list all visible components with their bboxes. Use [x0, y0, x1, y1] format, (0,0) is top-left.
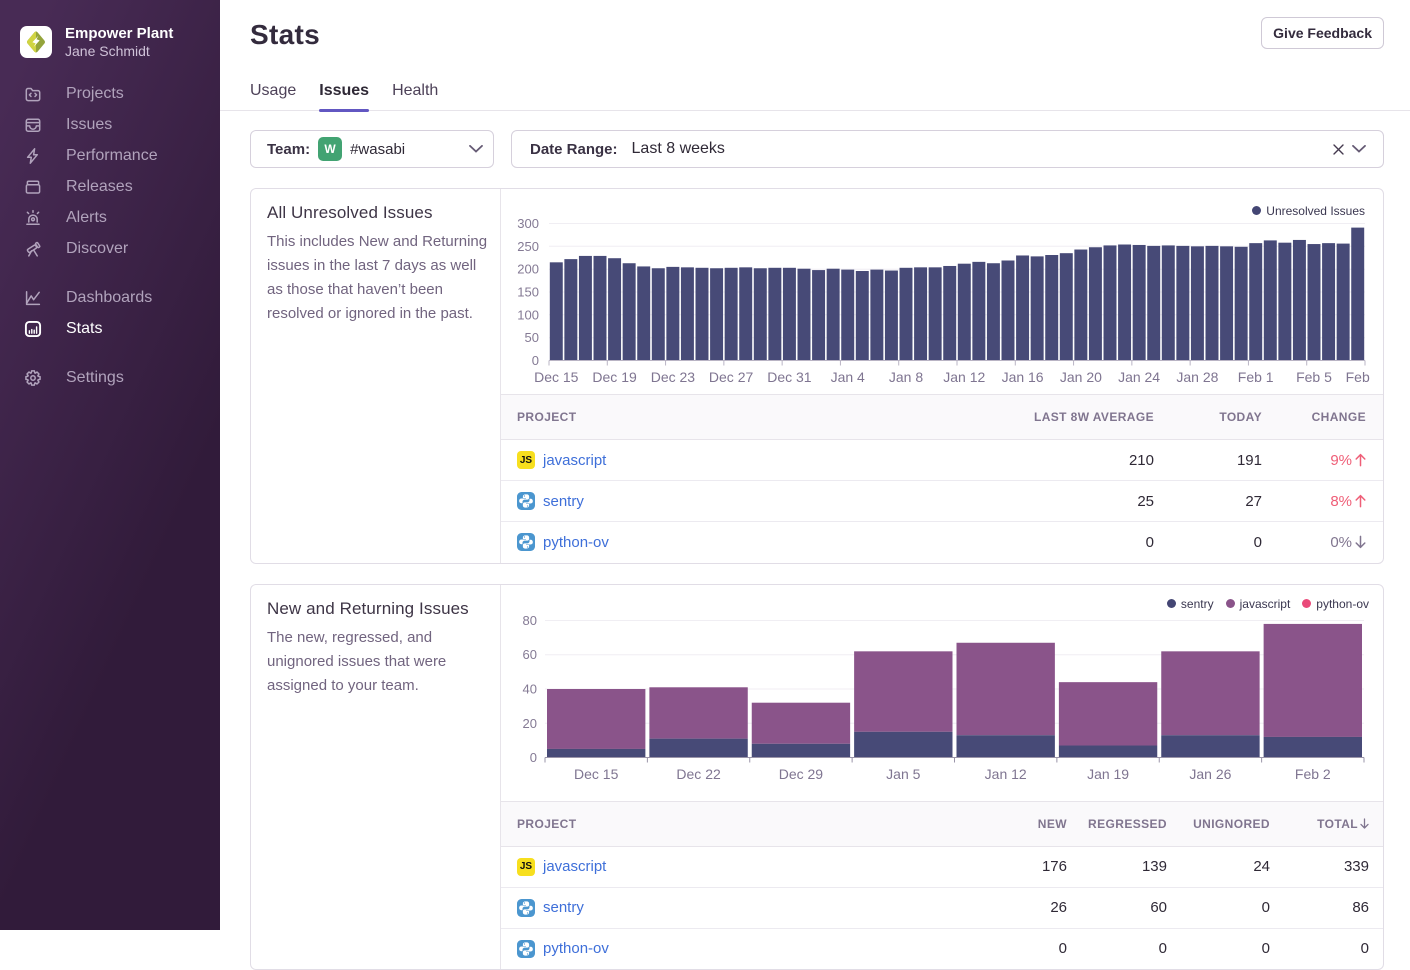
svg-text:Jan 12: Jan 12: [985, 766, 1027, 782]
svg-text:Dec 29: Dec 29: [779, 766, 824, 782]
svg-text:40: 40: [523, 681, 537, 696]
svg-text:Jan 20: Jan 20: [1060, 369, 1102, 385]
svg-text:Jan 4: Jan 4: [831, 369, 865, 385]
svg-text:Jan 28: Jan 28: [1176, 369, 1218, 385]
svg-text:Jan 24: Jan 24: [1118, 369, 1160, 385]
svg-text:Feb 2: Feb 2: [1295, 766, 1331, 782]
svg-text:200: 200: [517, 262, 539, 277]
svg-text:Dec 31: Dec 31: [767, 369, 812, 385]
svg-text:Dec 15: Dec 15: [534, 369, 579, 385]
svg-text:150: 150: [517, 285, 539, 300]
svg-text:Jan 5: Jan 5: [886, 766, 920, 782]
svg-text:Feb 5: Feb 5: [1296, 369, 1332, 385]
svg-text:Dec 27: Dec 27: [709, 369, 754, 385]
svg-text:Jan 8: Jan 8: [889, 369, 923, 385]
svg-text:20: 20: [523, 715, 537, 730]
svg-text:Jan 26: Jan 26: [1189, 766, 1231, 782]
svg-text:80: 80: [523, 613, 537, 628]
svg-text:60: 60: [523, 647, 537, 662]
svg-text:Jan 16: Jan 16: [1002, 369, 1044, 385]
svg-text:0: 0: [530, 750, 537, 765]
svg-text:Feb 1: Feb 1: [1238, 369, 1274, 385]
svg-text:Dec 15: Dec 15: [574, 766, 619, 782]
svg-text:100: 100: [517, 307, 539, 322]
svg-text:300: 300: [517, 216, 539, 231]
svg-text:Dec 22: Dec 22: [676, 766, 721, 782]
svg-text:0: 0: [532, 353, 539, 368]
svg-text:50: 50: [525, 330, 539, 345]
svg-text:Jan 12: Jan 12: [943, 369, 985, 385]
svg-text:250: 250: [517, 239, 539, 254]
svg-text:Feb: Feb: [1346, 369, 1370, 385]
svg-text:Dec 19: Dec 19: [592, 369, 637, 385]
svg-text:Jan 19: Jan 19: [1087, 766, 1129, 782]
svg-text:Dec 23: Dec 23: [651, 369, 696, 385]
